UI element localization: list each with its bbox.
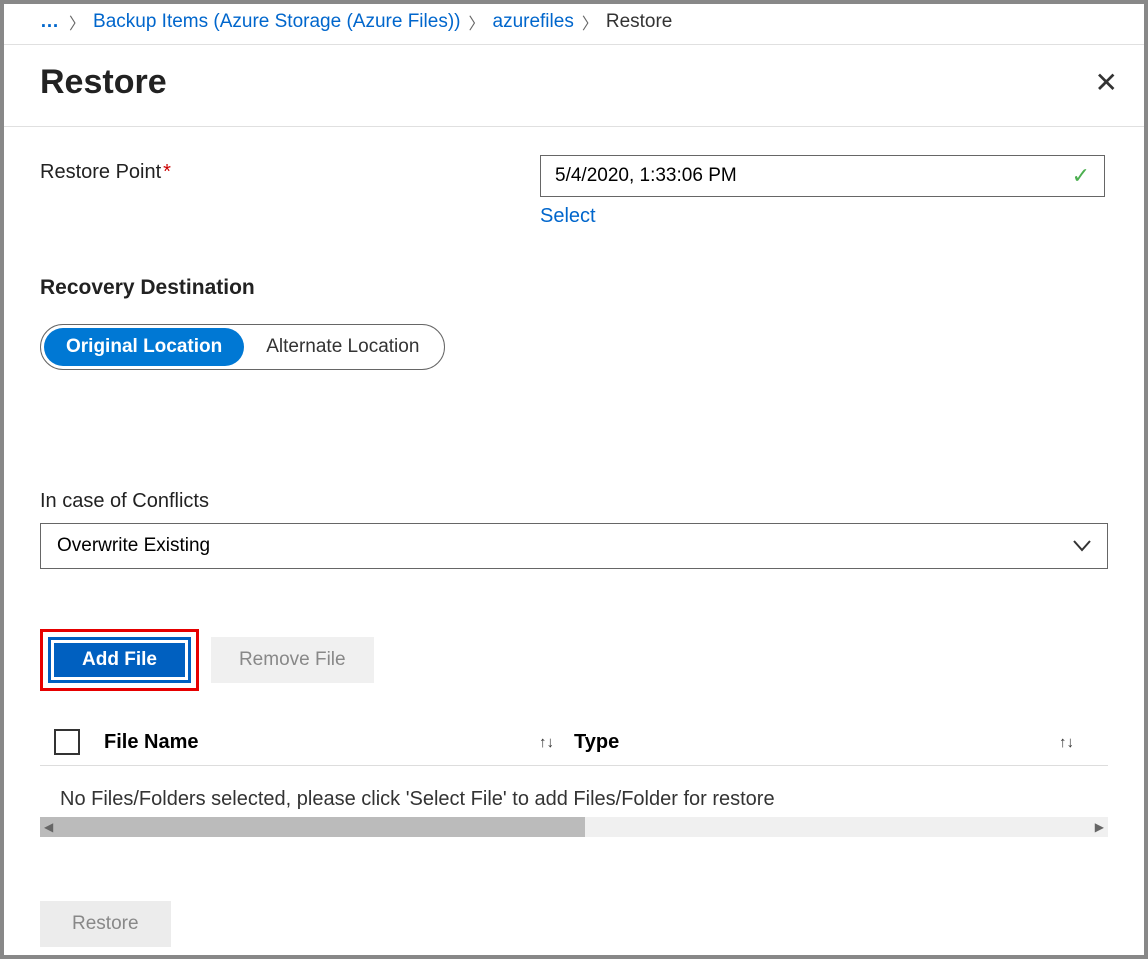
conflicts-label: In case of Conflicts <box>40 490 1108 513</box>
horizontal-scrollbar[interactable]: ◀ ▶ <box>40 817 1108 837</box>
restore-point-value: 5/4/2020, 1:33:06 PM <box>555 165 737 187</box>
empty-table-message: No Files/Folders selected, please click … <box>40 766 1108 811</box>
recovery-destination-label: Recovery Destination <box>40 276 1108 300</box>
breadcrumb: … 〉 Backup Items (Azure Storage (Azure F… <box>4 4 1144 45</box>
scrollbar-thumb[interactable] <box>40 817 585 837</box>
alternate-location-option[interactable]: Alternate Location <box>244 328 441 366</box>
column-file-name[interactable]: File Name ↑↓ <box>104 731 574 754</box>
breadcrumb-ellipsis[interactable]: … <box>40 11 61 33</box>
close-icon[interactable]: ✕ <box>1095 66 1118 99</box>
original-location-option[interactable]: Original Location <box>44 328 244 366</box>
page-title: Restore <box>40 63 167 102</box>
add-file-button[interactable]: Add File <box>51 640 188 680</box>
chevron-right-icon: 〉 <box>582 10 598 34</box>
conflicts-value: Overwrite Existing <box>57 535 210 557</box>
scroll-left-icon[interactable]: ◀ <box>40 820 57 834</box>
restore-point-label: Restore Point* <box>40 155 540 184</box>
files-table: File Name ↑↓ Type ↑↓ No Files/Folders se… <box>40 719 1108 837</box>
add-file-highlight: Add File <box>40 629 199 691</box>
sort-icon[interactable]: ↑↓ <box>539 734 574 751</box>
select-all-checkbox[interactable] <box>54 729 80 755</box>
required-asterisk: * <box>163 161 171 183</box>
chevron-right-icon: 〉 <box>468 10 484 34</box>
column-type[interactable]: Type ↑↓ <box>574 731 1094 754</box>
recovery-destination-toggle: Original Location Alternate Location <box>40 324 445 370</box>
checkmark-icon: ✓ <box>1072 163 1090 189</box>
restore-point-input[interactable]: 5/4/2020, 1:33:06 PM ✓ <box>540 155 1105 197</box>
chevron-down-icon <box>1073 536 1091 557</box>
conflicts-dropdown[interactable]: Overwrite Existing <box>40 523 1108 569</box>
footer: Restore <box>4 881 1144 955</box>
breadcrumb-current: Restore <box>606 11 673 33</box>
remove-file-button: Remove File <box>211 637 374 683</box>
scroll-right-icon[interactable]: ▶ <box>1091 820 1108 834</box>
table-header-row: File Name ↑↓ Type ↑↓ <box>40 719 1108 766</box>
sort-icon[interactable]: ↑↓ <box>1059 734 1094 751</box>
breadcrumb-backup-items[interactable]: Backup Items (Azure Storage (Azure Files… <box>93 11 460 33</box>
restore-button: Restore <box>40 901 171 947</box>
select-restore-point-link[interactable]: Select <box>540 205 596 228</box>
chevron-right-icon: 〉 <box>69 10 85 34</box>
breadcrumb-azurefiles[interactable]: azurefiles <box>493 11 574 33</box>
page-header: Restore ✕ <box>4 45 1144 127</box>
